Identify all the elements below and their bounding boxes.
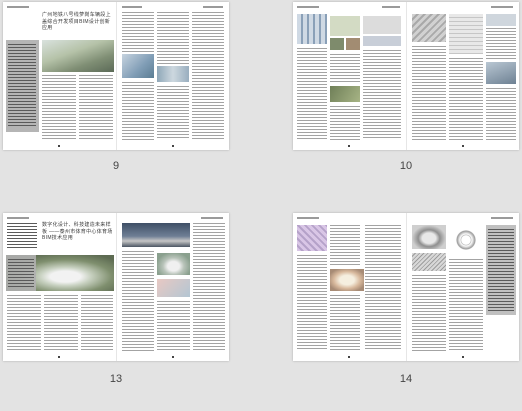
page-spread-10[interactable]	[293, 2, 519, 150]
diagram-image	[486, 62, 516, 84]
text-column	[330, 54, 360, 84]
text-column	[122, 12, 154, 52]
page-spread-13[interactable]: 数字化设计、科技建造未来样板 ——泰州市体育中心体育场 BIM技术应用	[3, 213, 229, 361]
page-number-label: 13	[109, 373, 123, 385]
night-render	[122, 223, 190, 247]
page-spread-9[interactable]: 广州地铁八号线萝岗车辆段上盖综合开发项目BIM设计创新应用	[3, 2, 229, 150]
left-page	[293, 213, 406, 361]
diagram-image	[346, 38, 360, 50]
diagram-image	[157, 279, 190, 297]
text-column	[44, 295, 78, 351]
text-column	[330, 106, 360, 140]
text-column	[7, 295, 41, 351]
diagram-image	[157, 66, 189, 82]
diagram-image	[412, 14, 446, 42]
diagram-image	[330, 16, 360, 36]
diagram-image	[412, 253, 446, 271]
page-number-label: 14	[399, 373, 413, 385]
diagram-image	[330, 38, 344, 50]
diagram-image	[486, 14, 516, 26]
text-column	[81, 295, 113, 351]
diagram-image	[449, 225, 483, 255]
left-page	[293, 2, 406, 150]
sidebar-text	[488, 229, 514, 311]
text-column	[297, 255, 327, 351]
text-column	[157, 301, 190, 351]
diagram-image	[363, 36, 401, 46]
right-page	[116, 2, 229, 150]
diagram-image	[330, 269, 364, 291]
right-page	[116, 213, 229, 361]
text-column	[486, 88, 516, 140]
text-column	[449, 58, 483, 140]
text-column	[365, 225, 401, 351]
text-column	[449, 259, 483, 351]
diagram-image	[449, 14, 483, 54]
article-title: 广州地铁八号线萝岗车辆段上盖综合开发项目BIM设计创新应用	[42, 12, 111, 31]
text-column	[79, 75, 113, 140]
diagram-image	[363, 16, 401, 34]
aerial-photo	[42, 40, 114, 72]
article-title: 数字化设计、科技建造未来样板 ——泰州市体育中心体育场 BIM技术应用	[42, 222, 113, 241]
text-column	[330, 295, 360, 351]
page-number-label: 9	[112, 160, 120, 172]
text-column	[42, 75, 76, 140]
text-column	[486, 28, 516, 60]
sidebar-text	[7, 223, 37, 249]
text-column	[412, 46, 446, 140]
sidebar-text	[8, 44, 36, 128]
text-column	[192, 12, 224, 140]
text-column	[363, 50, 401, 140]
text-column	[297, 48, 327, 140]
text-column	[157, 12, 189, 64]
diagram-image	[297, 225, 327, 251]
text-column	[122, 82, 154, 140]
right-page	[406, 213, 519, 361]
right-page	[406, 2, 519, 150]
text-column	[157, 86, 189, 140]
left-page: 广州地铁八号线萝岗车辆段上盖综合开发项目BIM设计创新应用	[3, 2, 116, 150]
diagram-image	[157, 253, 190, 275]
text-column	[330, 225, 360, 265]
left-page: 数字化设计、科技建造未来样板 ——泰州市体育中心体育场 BIM技术应用	[3, 213, 116, 361]
diagram-image	[297, 14, 327, 44]
text-column	[193, 223, 225, 351]
sidebar-text	[8, 259, 34, 287]
page-number-label: 10	[399, 160, 413, 172]
text-column	[122, 251, 154, 351]
diagram-image	[330, 86, 360, 102]
diagram-image	[122, 54, 154, 78]
diagram-image	[412, 225, 446, 249]
page-spread-14[interactable]	[293, 213, 519, 361]
text-column	[412, 275, 446, 351]
